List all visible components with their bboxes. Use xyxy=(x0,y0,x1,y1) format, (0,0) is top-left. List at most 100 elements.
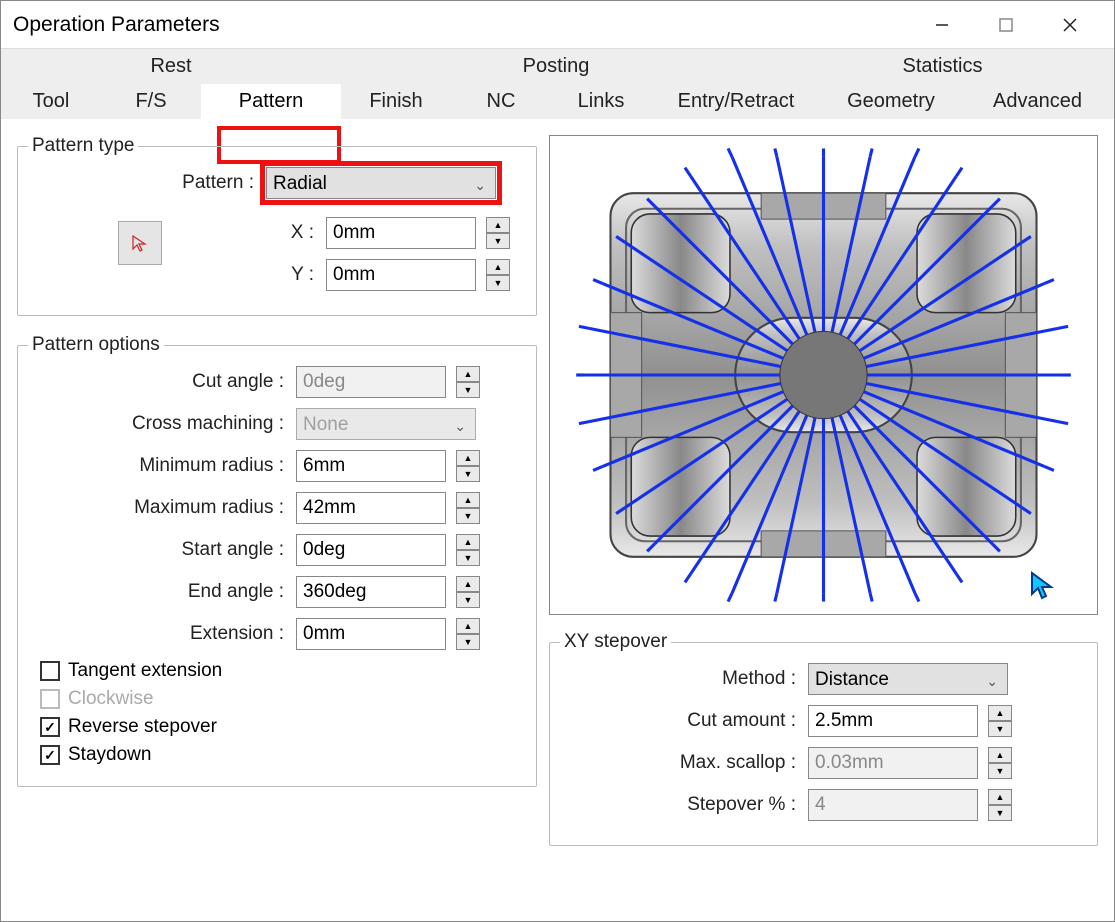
y-label: Y : xyxy=(208,264,318,286)
tab-geometry[interactable]: Geometry xyxy=(821,84,961,119)
tab-statistics[interactable]: Statistics xyxy=(771,49,1114,84)
reverse-stepover-label: Reverse stepover xyxy=(68,716,217,738)
tab-nc[interactable]: NC xyxy=(451,84,551,119)
x-spinner-down[interactable]: ▼ xyxy=(486,233,510,249)
max-radius-spinner-down[interactable]: ▼ xyxy=(456,508,480,524)
tab-advanced[interactable]: Advanced xyxy=(961,84,1114,119)
pattern-select[interactable]: Radial xyxy=(266,167,496,199)
pattern-preview xyxy=(549,135,1098,615)
pattern-options-group: Pattern options Cut angle : ▲ ▼ Cross ma… xyxy=(17,334,537,787)
start-angle-spinner: ▲ ▼ xyxy=(456,534,480,566)
start-angle-input[interactable] xyxy=(296,534,446,566)
maximize-button[interactable] xyxy=(974,1,1038,49)
tab-pattern[interactable]: Pattern xyxy=(201,84,341,119)
pattern-options-legend: Pattern options xyxy=(28,334,164,356)
stepover-pct-label: Stepover % : xyxy=(560,794,800,816)
cut-amount-spinner-up[interactable]: ▲ xyxy=(988,705,1012,721)
panel-body: Pattern type Pattern : Radial ⌄ xyxy=(1,119,1114,921)
end-angle-spinner-down[interactable]: ▼ xyxy=(456,592,480,608)
cut-amount-spinner: ▲ ▼ xyxy=(988,705,1012,737)
end-angle-label: End angle : xyxy=(28,581,288,603)
pattern-type-group: Pattern type Pattern : Radial ⌄ xyxy=(17,135,537,316)
extension-spinner: ▲ ▼ xyxy=(456,618,480,650)
tab-finish[interactable]: Finish xyxy=(341,84,451,119)
tab-entry-retract[interactable]: Entry/Retract xyxy=(651,84,821,119)
cross-machining-select: None xyxy=(296,408,476,440)
start-angle-spinner-down[interactable]: ▼ xyxy=(456,550,480,566)
max-scallop-label: Max. scallop : xyxy=(560,752,800,774)
tab-row-top: Rest Posting Statistics xyxy=(1,49,1114,84)
minimize-icon xyxy=(935,18,949,32)
end-angle-spinner: ▲ ▼ xyxy=(456,576,480,608)
y-spinner: ▲ ▼ xyxy=(486,259,510,291)
stepover-pct-spinner-down: ▼ xyxy=(988,805,1012,821)
window-controls xyxy=(910,1,1102,49)
tab-links[interactable]: Links xyxy=(551,84,651,119)
extension-spinner-down[interactable]: ▼ xyxy=(456,634,480,650)
end-angle-input[interactable] xyxy=(296,576,446,608)
cursor-icon xyxy=(1029,570,1055,600)
method-select[interactable]: Distance xyxy=(808,663,1008,695)
min-radius-spinner-up[interactable]: ▲ xyxy=(456,450,480,466)
left-column: Pattern type Pattern : Radial ⌄ xyxy=(17,135,537,921)
extension-label: Extension : xyxy=(28,623,288,645)
tab-tool[interactable]: Tool xyxy=(1,84,101,119)
min-radius-spinner: ▲ ▼ xyxy=(456,450,480,482)
y-spinner-up[interactable]: ▲ xyxy=(486,259,510,275)
reverse-stepover-checkbox[interactable]: Reverse stepover xyxy=(40,716,526,738)
x-spinner: ▲ ▼ xyxy=(486,217,510,249)
cut-angle-spinner-down: ▼ xyxy=(456,382,480,398)
stepover-pct-spinner-up: ▲ xyxy=(988,789,1012,805)
max-radius-spinner-up[interactable]: ▲ xyxy=(456,492,480,508)
minimize-button[interactable] xyxy=(910,1,974,49)
cut-amount-label: Cut amount : xyxy=(560,710,800,732)
tab-posting[interactable]: Posting xyxy=(341,49,771,84)
y-spinner-down[interactable]: ▼ xyxy=(486,275,510,291)
cut-angle-input xyxy=(296,366,446,398)
extension-input[interactable] xyxy=(296,618,446,650)
start-angle-spinner-up[interactable]: ▲ xyxy=(456,534,480,550)
pick-cursor-icon xyxy=(130,233,150,253)
max-radius-input[interactable] xyxy=(296,492,446,524)
end-angle-spinner-up[interactable]: ▲ xyxy=(456,576,480,592)
max-scallop-spinner: ▲ ▼ xyxy=(988,747,1012,779)
stepover-pct-spinner: ▲ ▼ xyxy=(988,789,1012,821)
max-scallop-spinner-down: ▼ xyxy=(988,763,1012,779)
max-scallop-spinner-up: ▲ xyxy=(988,747,1012,763)
x-input[interactable] xyxy=(326,217,476,249)
tab-row-bottom: Tool F/S Pattern Finish NC Links Entry/R… xyxy=(1,84,1114,119)
tangent-extension-label: Tangent extension xyxy=(68,660,222,682)
x-label: X : xyxy=(208,222,318,244)
cut-angle-spinner-up: ▲ xyxy=(456,366,480,382)
close-icon xyxy=(1062,17,1078,33)
clockwise-label: Clockwise xyxy=(68,688,154,710)
cut-amount-input[interactable] xyxy=(808,705,978,737)
tangent-extension-checkbox[interactable]: Tangent extension xyxy=(40,660,526,682)
cut-amount-spinner-down[interactable]: ▼ xyxy=(988,721,1012,737)
tab-rest[interactable]: Rest xyxy=(1,49,341,84)
min-radius-spinner-down[interactable]: ▼ xyxy=(456,466,480,482)
pattern-type-legend: Pattern type xyxy=(28,135,138,157)
extension-spinner-up[interactable]: ▲ xyxy=(456,618,480,634)
pattern-label: Pattern : xyxy=(28,172,258,194)
window-title: Operation Parameters xyxy=(13,13,910,37)
staydown-checkbox[interactable]: Staydown xyxy=(40,744,526,766)
close-button[interactable] xyxy=(1038,1,1102,49)
min-radius-input[interactable] xyxy=(296,450,446,482)
method-label: Method : xyxy=(560,668,800,690)
right-column: XY stepover Method : Distance ⌄ Cut amou… xyxy=(549,135,1098,921)
max-radius-spinner: ▲ ▼ xyxy=(456,492,480,524)
pick-point-button[interactable] xyxy=(118,221,162,265)
maximize-icon xyxy=(999,18,1013,32)
cut-angle-spinner: ▲ ▼ xyxy=(456,366,480,398)
radial-preview-svg xyxy=(550,136,1097,614)
max-radius-label: Maximum radius : xyxy=(28,497,288,519)
y-input[interactable] xyxy=(326,259,476,291)
staydown-label: Staydown xyxy=(68,744,151,766)
x-spinner-up[interactable]: ▲ xyxy=(486,217,510,233)
start-angle-label: Start angle : xyxy=(28,539,288,561)
clockwise-checkbox: Clockwise xyxy=(40,688,526,710)
tab-fs[interactable]: F/S xyxy=(101,84,201,119)
operation-parameters-window: Operation Parameters Rest Posting Statis… xyxy=(0,0,1115,922)
cut-angle-label: Cut angle : xyxy=(28,371,288,393)
